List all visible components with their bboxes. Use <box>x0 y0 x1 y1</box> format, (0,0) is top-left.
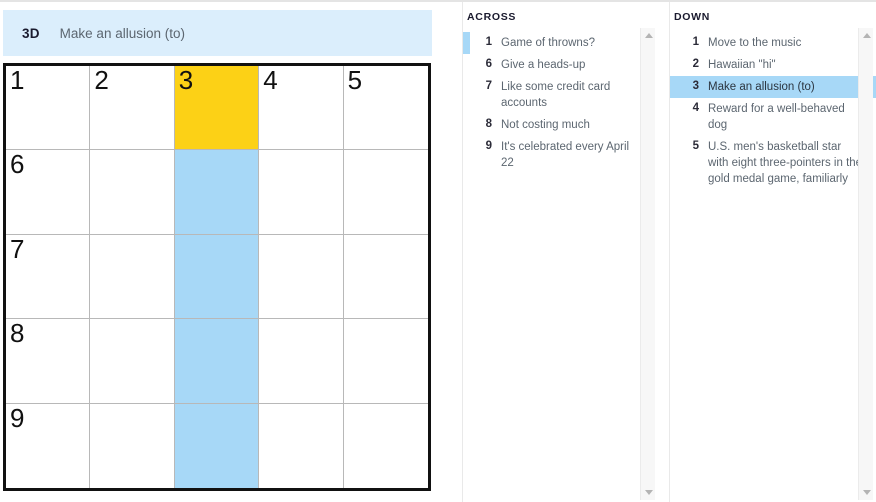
clue-text: Game of throwns? <box>501 37 595 49</box>
grid-cell-r4c2[interactable] <box>90 319 175 404</box>
clue-item-down-4[interactable]: 4 Reward for a well-behaved dog <box>670 98 876 136</box>
clue-text: Not costing much <box>501 119 590 131</box>
down-clue-column: DOWN 1 Move to the music 2 Hawaiian "hi" 3 Ma… <box>669 2 876 502</box>
grid-cell-number: 6 <box>10 150 25 180</box>
clue-item-across-9[interactable]: 9 It's celebrated every April 22 <box>463 136 654 174</box>
grid-cell-number: 3 <box>178 66 194 95</box>
puzzle-pane: 3D Make an allusion (to) 1 2 3 4 5 6 7 8 9 <box>0 2 455 502</box>
grid-cell-r1c2[interactable]: 2 <box>90 66 175 151</box>
clue-item-down-2[interactable]: 2 Hawaiian "hi" <box>670 54 876 76</box>
clue-item-across-1[interactable]: 1 Game of throwns? <box>463 32 654 54</box>
crossword-app: 3D Make an allusion (to) 1 2 3 4 5 6 7 8 9 ACROS… <box>0 0 876 502</box>
grid-cell-r2c3[interactable] <box>174 150 260 235</box>
clue-cursor-bar <box>463 114 470 136</box>
grid-cell-r3c4[interactable] <box>259 234 344 320</box>
scroll-up-arrow[interactable] <box>641 28 656 43</box>
grid-cell-r4c1[interactable]: 8 <box>6 319 91 404</box>
grid-cell-number: 4 <box>263 66 278 95</box>
clue-cursor-bar <box>670 98 677 136</box>
grid-cell-r5c5[interactable] <box>343 403 428 488</box>
clue-item-down-5[interactable]: 5 U.S. men's basketball star with eight t… <box>670 136 876 190</box>
grid-cell-r2c5[interactable] <box>343 150 428 235</box>
clue-text: It's celebrated every April 22 <box>501 141 630 169</box>
clue-cursor-bar <box>463 54 470 76</box>
current-clue-banner[interactable]: 3D Make an allusion (to) <box>3 10 432 56</box>
grid-cell-r4c5[interactable] <box>343 319 428 404</box>
down-scrollbar[interactable] <box>858 28 873 500</box>
across-clue-column: ACROSS 1 Game of throwns? 6 Give a heads-up… <box>462 2 654 502</box>
grid-cell-number: 5 <box>347 66 363 95</box>
crossword-grid[interactable]: 1 2 3 4 5 6 7 8 9 <box>3 63 431 491</box>
grid-cell-number: 1 <box>10 66 25 95</box>
clue-text: Reward for a well-behaved dog <box>708 103 845 131</box>
clue-item-down-3[interactable]: 3 Make an allusion (to) <box>670 76 876 98</box>
grid-cell-r2c4[interactable] <box>259 150 344 235</box>
clue-text: Give a heads-up <box>501 59 586 71</box>
across-heading: ACROSS <box>467 11 517 23</box>
clue-cursor-bar <box>463 76 470 114</box>
grid-cell-r4c3[interactable] <box>174 319 260 404</box>
grid-cell-r1c4[interactable]: 4 <box>259 66 344 151</box>
clue-cursor-bar <box>670 76 677 98</box>
scroll-down-arrow[interactable] <box>859 485 874 500</box>
grid-cell-r5c3[interactable] <box>174 403 260 488</box>
grid-cell-r1c3[interactable]: 3 <box>174 66 260 151</box>
scroll-up-arrow[interactable] <box>859 28 874 43</box>
grid-cell-r3c3[interactable] <box>174 234 260 320</box>
down-clue-list[interactable]: 1 Move to the music 2 Hawaiian "hi" 3 Make an… <box>670 32 876 492</box>
grid-cell-r2c2[interactable] <box>90 150 175 235</box>
clue-text: Make an allusion (to) <box>708 81 815 93</box>
clue-cursor-bar <box>670 54 677 76</box>
current-clue-number: 3D <box>22 25 40 41</box>
scroll-down-arrow[interactable] <box>641 485 656 500</box>
clue-cursor-bar <box>670 32 677 54</box>
clue-text: Move to the music <box>708 37 802 49</box>
clue-text: U.S. men's basketball star with eight th… <box>708 141 863 185</box>
current-clue-text: Make an allusion (to) <box>59 25 185 41</box>
across-scrollbar[interactable] <box>640 28 655 500</box>
clue-cursor-bar <box>670 136 677 190</box>
grid-cell-r3c1[interactable]: 7 <box>6 234 91 320</box>
grid-cell-r5c4[interactable] <box>259 403 344 488</box>
down-heading: DOWN <box>674 11 711 23</box>
clue-text: Hawaiian "hi" <box>708 59 776 71</box>
grid-cell-r1c1[interactable]: 1 <box>6 66 91 151</box>
clue-cursor-bar <box>463 32 470 54</box>
grid-cell-r5c1[interactable]: 9 <box>6 403 91 488</box>
grid-cell-r2c1[interactable]: 6 <box>6 150 91 235</box>
clue-item-down-1[interactable]: 1 Move to the music <box>670 32 876 54</box>
grid-cell-number: 7 <box>10 234 25 264</box>
clue-item-across-7[interactable]: 7 Like some credit card accounts <box>463 76 654 114</box>
grid-cell-r3c2[interactable] <box>90 234 175 320</box>
grid-cell-number: 2 <box>94 66 109 95</box>
clue-text: Like some credit card accounts <box>501 81 611 109</box>
grid-cell-r1c5[interactable]: 5 <box>343 66 428 151</box>
across-clue-list[interactable]: 1 Game of throwns? 6 Give a heads-up 7 Like s… <box>463 32 654 492</box>
clue-item-across-6[interactable]: 6 Give a heads-up <box>463 54 654 76</box>
grid-cell-number: 8 <box>10 319 25 349</box>
clue-cursor-bar <box>463 136 470 174</box>
grid-cell-r3c5[interactable] <box>343 234 428 320</box>
grid-cell-r4c4[interactable] <box>259 319 344 404</box>
grid-cell-r5c2[interactable] <box>90 403 175 488</box>
grid-cell-number: 9 <box>10 403 25 433</box>
clue-item-across-8[interactable]: 8 Not costing much <box>463 114 654 136</box>
